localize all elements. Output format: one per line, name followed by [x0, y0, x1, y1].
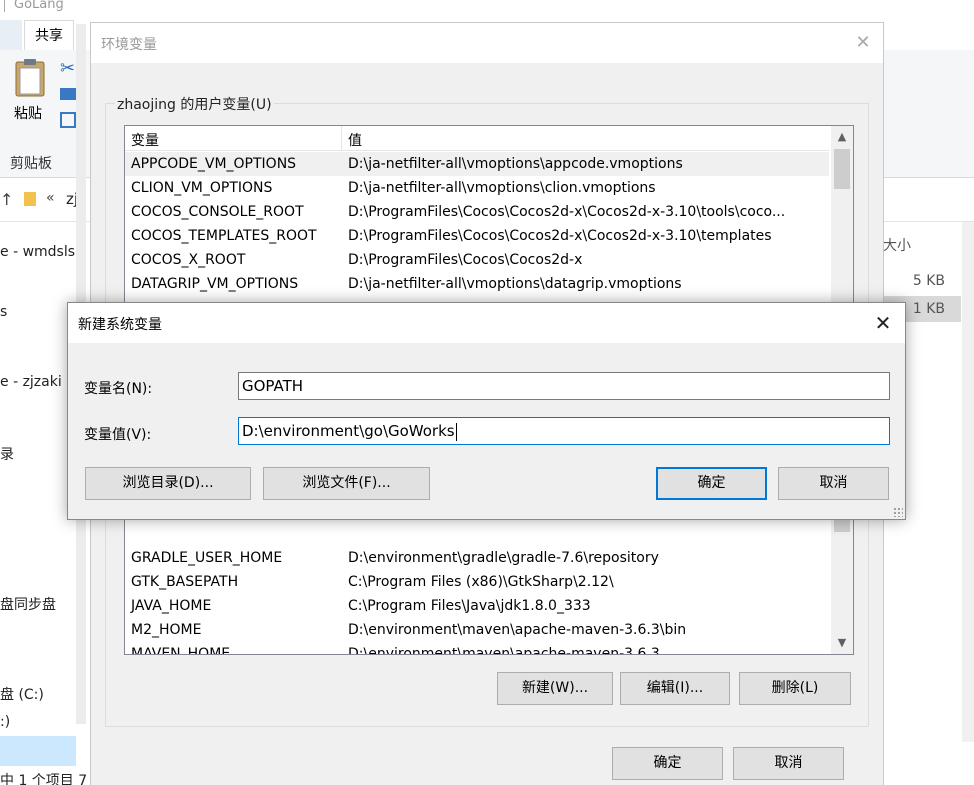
- sidebar-item[interactable]: 盘 (C:): [0, 684, 44, 704]
- table-row[interactable]: GRADLE_USER_HOME D:\environment\gradle\g…: [125, 546, 829, 570]
- explorer-title: GoLang: [0, 0, 64, 14]
- text-caret: [455, 422, 457, 441]
- variable-name: DATAGRIP_VM_OPTIONS: [131, 276, 299, 292]
- explorer-title-text: GoLang: [14, 0, 64, 12]
- column-header-size[interactable]: 大小: [883, 235, 911, 255]
- sidebar-item[interactable]: 盘同步盘: [0, 594, 56, 614]
- variable-value: D:\environment\maven\apache-maven-3.6.3: [348, 646, 660, 655]
- variable-name-label: 变量名(N):: [84, 381, 153, 397]
- variable-name: COCOS_TEMPLATES_ROOT: [131, 228, 317, 244]
- table-row[interactable]: JAVA_HOME C:\Program Files\Java\jdk1.8.0…: [125, 594, 829, 618]
- clipboard-group-label: 剪贴板: [10, 156, 52, 172]
- variable-name: MAVEN_HOME: [131, 646, 231, 655]
- chevron-down-icon[interactable]: ▼: [831, 632, 853, 654]
- column-divider[interactable]: [341, 126, 342, 151]
- new-dialog-title: 新建系统变量: [78, 317, 162, 333]
- table-row[interactable]: GTK_BASEPATH C:\Program Files (x86)\GtkS…: [125, 570, 829, 594]
- variable-value: D:\ProgramFiles\Cocos\Cocos2d-x: [348, 252, 583, 268]
- variable-name-input-text: GOPATH: [242, 377, 304, 395]
- table-row[interactable]: COCOS_CONSOLE_ROOT D:\ProgramFiles\Cocos…: [125, 200, 829, 224]
- tab-share[interactable]: 共享: [24, 20, 74, 51]
- chevron-up-icon[interactable]: ▲: [831, 126, 853, 148]
- title-separator: [4, 0, 5, 12]
- variable-name: CLION_VM_OPTIONS: [131, 180, 273, 196]
- env-dialog-title: 环境变量: [101, 37, 157, 53]
- table-row[interactable]: CLION_VM_OPTIONS D:\ja-netfilter-all\vmo…: [125, 176, 829, 200]
- delete-variable-button[interactable]: 删除(L): [739, 672, 851, 705]
- up-arrow-icon[interactable]: ↑: [0, 190, 13, 209]
- edit-variable-button[interactable]: 编辑(I)...: [620, 672, 730, 705]
- resize-grip-icon[interactable]: [893, 507, 903, 517]
- variable-value: D:\ja-netfilter-all\vmoptions\clion.vmop…: [348, 180, 656, 196]
- sidebar-item[interactable]: 录: [0, 444, 14, 464]
- new-dialog-titlebar: 新建系统变量 ✕: [68, 303, 905, 343]
- user-variables-label: zhaojing 的用户变量(U): [115, 94, 274, 114]
- folder-icon: [24, 192, 36, 206]
- paste-button-label[interactable]: 粘贴: [14, 103, 42, 123]
- sidebar-selected-item[interactable]: [0, 736, 76, 766]
- paste-icon[interactable]: [14, 58, 46, 98]
- ok-button[interactable]: 确定: [612, 747, 723, 780]
- table-row[interactable]: COCOS_X_ROOT D:\ProgramFiles\Cocos\Cocos…: [125, 248, 829, 272]
- sidebar-item[interactable]: e - zjzaki: [0, 374, 62, 390]
- table-row[interactable]: COCOS_TEMPLATES_ROOT D:\ProgramFiles\Coc…: [125, 224, 829, 248]
- status-bar-text: 中 1 个项目 7: [0, 773, 88, 785]
- tab-home[interactable]: [0, 20, 22, 51]
- variable-value: D:\ProgramFiles\Cocos\Cocos2d-x\Cocos2d-…: [348, 204, 786, 220]
- copy-path-icon[interactable]: [60, 88, 76, 100]
- file-size[interactable]: 5 KB: [883, 268, 961, 294]
- env-titlebar: 环境变量 ✕: [91, 23, 883, 63]
- sidebar-item[interactable]: :): [0, 714, 10, 730]
- variable-value: D:\ja-netfilter-all\vmoptions\datagrip.v…: [348, 276, 682, 292]
- close-icon[interactable]: ✕: [851, 31, 875, 55]
- new-system-variable-dialog: 新建系统变量 ✕ 变量名(N): GOPATH 变量值(V): D:\envir…: [67, 302, 906, 520]
- variable-name-input[interactable]: GOPATH: [238, 372, 890, 400]
- variable-value: D:\environment\maven\apache-maven-3.6.3\…: [348, 622, 687, 638]
- ok-button[interactable]: 确定: [656, 467, 767, 500]
- column-header-value[interactable]: 值: [348, 130, 362, 150]
- table-row[interactable]: M2_HOME D:\environment\maven\apache-mave…: [125, 618, 829, 642]
- list-header: 变量 值: [125, 126, 829, 151]
- cancel-button[interactable]: 取消: [733, 747, 844, 780]
- variable-value: C:\Program Files\Java\jdk1.8.0_333: [348, 598, 591, 614]
- table-row[interactable]: MAVEN_HOME D:\environment\maven\apache-m…: [125, 642, 829, 655]
- variable-value: D:\environment\gradle\gradle-7.6\reposit…: [348, 550, 659, 566]
- sidebar-item[interactable]: s: [0, 304, 7, 320]
- new-variable-button[interactable]: 新建(W)...: [497, 672, 613, 705]
- browse-directory-button[interactable]: 浏览目录(D)...: [85, 467, 251, 500]
- table-row[interactable]: APPCODE_VM_OPTIONS D:\ja-netfilter-all\v…: [125, 152, 829, 176]
- table-row[interactable]: DATAGRIP_VM_OPTIONS D:\ja-netfilter-all\…: [125, 272, 829, 296]
- variable-value-label: 变量值(V):: [84, 427, 152, 443]
- paste-shortcut-icon[interactable]: [60, 112, 76, 128]
- close-icon[interactable]: ✕: [869, 309, 897, 337]
- variable-name: JAVA_HOME: [131, 598, 212, 614]
- variable-name: COCOS_CONSOLE_ROOT: [131, 204, 304, 220]
- variable-name: COCOS_X_ROOT: [131, 252, 246, 268]
- column-header-variable[interactable]: 变量: [131, 130, 159, 150]
- explorer-scrollbar[interactable]: [962, 222, 974, 742]
- cut-icon[interactable]: ✂: [60, 58, 75, 79]
- variable-name: GTK_BASEPATH: [131, 574, 239, 590]
- variable-value: C:\Program Files (x86)\GtkSharp\2.12\: [348, 574, 614, 590]
- sidebar-item[interactable]: e - wmdsls: [0, 244, 75, 260]
- scrollbar-thumb[interactable]: [834, 149, 850, 189]
- variable-value: D:\ja-netfilter-all\vmoptions\appcode.vm…: [348, 156, 683, 172]
- variable-name: M2_HOME: [131, 622, 202, 638]
- variable-name: APPCODE_VM_OPTIONS: [131, 156, 297, 172]
- browse-file-button[interactable]: 浏览文件(F)...: [263, 467, 430, 500]
- variable-value-input-text: D:\environment\go\GoWorks: [242, 422, 455, 440]
- variable-value: D:\ProgramFiles\Cocos\Cocos2d-x\Cocos2d-…: [348, 228, 772, 244]
- cancel-button[interactable]: 取消: [778, 467, 889, 500]
- variable-value-input[interactable]: D:\environment\go\GoWorks: [238, 417, 890, 445]
- breadcrumb-overflow-icon[interactable]: «: [46, 190, 55, 206]
- variable-name: GRADLE_USER_HOME: [131, 550, 283, 566]
